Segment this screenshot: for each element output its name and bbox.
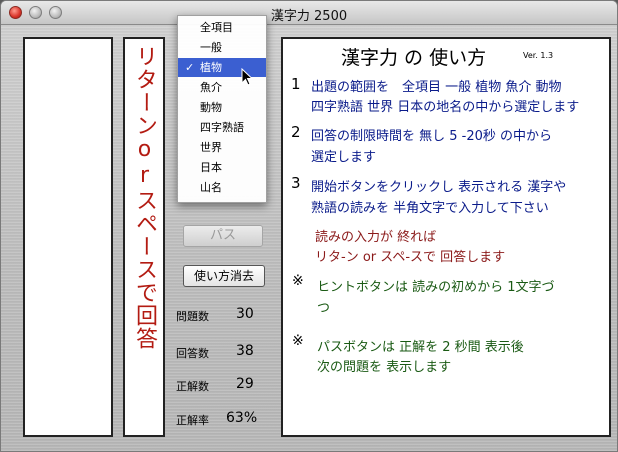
help-panel: 漢字力 の 使い方 Ver. 1.3 1 出題の範囲を 全項目 一般 植物 魚介…: [281, 37, 611, 437]
category-dropdown-menu[interactable]: 全項目 一般 ✓ 植物 魚介 動物 四字熟語 世界 日本 山名: [177, 15, 267, 203]
instruction-vertical-panel: リターンorスペースで回答: [123, 37, 165, 437]
stat-value-questions: 30: [236, 306, 254, 322]
pass-note-line-2: 次の問題を 表示します: [317, 360, 452, 375]
step-3-line-1: 開始ボタンをクリックし 表示される 漢字や: [311, 180, 567, 195]
pass-button[interactable]: パス: [183, 225, 263, 247]
stat-value-correct: 29: [236, 376, 254, 392]
stat-value-answers: 38: [236, 343, 254, 359]
input-note-line-1: 読みの入力が 終れば: [315, 230, 437, 245]
stat-label-answers: 回答数: [176, 347, 209, 360]
menu-item-label: 四字熟語: [200, 121, 244, 134]
pass-note-line-1: パスボタンは 正解を 2 秒間 表示後: [317, 340, 524, 355]
app-window: 漢字力 2500 リターンorスペースで回答 パス 使い方消去 問題数 30 回…: [0, 0, 618, 452]
menu-item-label: 日本: [200, 161, 222, 174]
menu-item-label: 全項目: [200, 21, 233, 34]
stat-label-questions: 問題数: [176, 310, 209, 323]
stat-label-correct: 正解数: [176, 380, 209, 393]
window-title: 漢字力 2500: [270, 9, 348, 24]
menu-item-label: 魚介: [200, 81, 222, 94]
version-label: Ver. 1.3: [523, 51, 554, 60]
step-3-number: 3: [291, 174, 301, 192]
menu-item-label: 植物: [200, 61, 222, 74]
step-2-number: 2: [291, 123, 301, 141]
question-display-panel: [23, 37, 113, 437]
checkmark-icon: ✓: [185, 61, 195, 74]
step-2-line-2: 選定します: [311, 150, 377, 165]
title-bar: 漢字力 2500: [1, 1, 617, 25]
menu-item-label: 動物: [200, 101, 222, 114]
help-title: 漢字力 の 使い方: [341, 47, 487, 69]
menu-item-label: 世界: [200, 141, 222, 154]
hint-note-line-1: ヒントボタンは 読みの初めから 1文字づ: [317, 280, 555, 295]
stat-label-rate: 正解率: [176, 414, 209, 427]
menu-item-all[interactable]: 全項目: [178, 18, 266, 37]
step-1-line-2: 四字熟語 世界 日本の地名の中から選定します: [311, 100, 580, 115]
step-1-line-1: 出題の範囲を 全項目 一般 植物 魚介 動物: [311, 80, 562, 95]
stat-value-rate: 63%: [226, 410, 258, 426]
menu-item-general[interactable]: 一般: [178, 38, 266, 57]
pass-note-mark: ※: [292, 333, 304, 349]
mouse-pointer-icon: [241, 68, 253, 86]
vertical-instruction-text: リターンorスペースで回答: [132, 45, 157, 350]
menu-item-idioms[interactable]: 四字熟語: [178, 118, 266, 137]
hint-note-mark: ※: [292, 273, 304, 289]
step-3-line-2: 熟語の読みを 半角文字で入力して下さい: [311, 201, 549, 216]
step-2-line-1: 回答の制限時間を 無し 5 -20秒 の中から: [311, 129, 553, 144]
menu-item-animals[interactable]: 動物: [178, 98, 266, 117]
step-1-number: 1: [291, 75, 301, 93]
menu-item-japan[interactable]: 日本: [178, 158, 266, 177]
menu-item-mountains[interactable]: 山名: [178, 178, 266, 197]
menu-item-label: 山名: [200, 181, 222, 194]
input-note-line-2: リタ-ン or スペ-スで 回答します: [315, 250, 506, 265]
menu-item-world[interactable]: 世界: [178, 138, 266, 157]
menu-item-label: 一般: [200, 41, 222, 54]
hide-help-button[interactable]: 使い方消去: [183, 265, 265, 287]
hint-note-line-2: つ: [317, 301, 331, 316]
